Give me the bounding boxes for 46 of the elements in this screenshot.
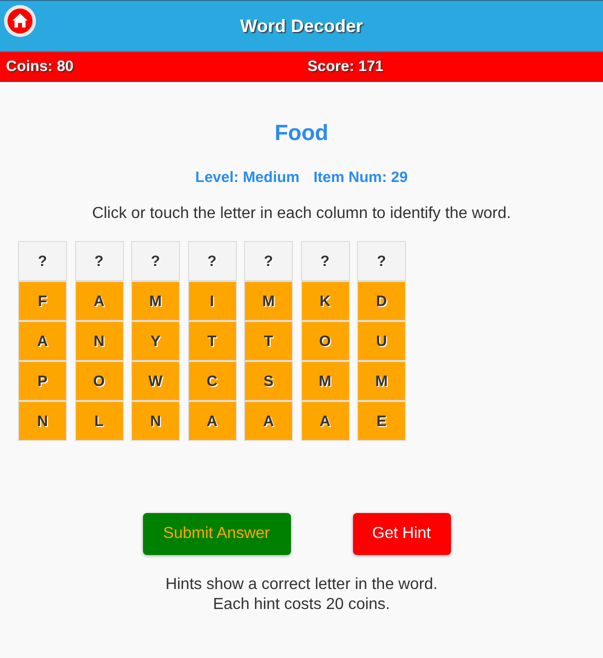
instructions-text: Click or touch the letter in each column to identify the word.	[92, 204, 511, 223]
level-label: Level: Medium	[195, 169, 300, 187]
letter-tile[interactable]: O	[74, 361, 124, 401]
hint-note-text: Each hint costs 20 coins.	[212, 595, 391, 615]
answer-slot: ?	[188, 241, 236, 281]
category-title: Food	[274, 120, 328, 146]
letter-tile[interactable]: A	[188, 401, 236, 441]
letter-tile[interactable]: D	[357, 281, 406, 321]
answer-slot: ?	[131, 241, 180, 281]
letter-tile[interactable]: N	[74, 321, 124, 361]
letter-tile[interactable]: T	[244, 321, 293, 361]
letter-tile[interactable]: W	[131, 361, 180, 401]
letter-tile[interactable]: T	[188, 321, 236, 361]
letter-tile[interactable]: N	[18, 401, 67, 441]
letter-tile[interactable]: P	[18, 361, 67, 401]
letter-tile[interactable]: F	[18, 281, 67, 321]
home-icon[interactable]	[4, 5, 36, 37]
letter-tile[interactable]: C	[188, 361, 236, 401]
get-hint-button[interactable]: Get Hint	[352, 513, 450, 555]
letter-tile[interactable]: S	[244, 361, 293, 401]
letter-tile[interactable]: M	[131, 281, 180, 321]
letter-tile[interactable]: A	[300, 401, 350, 441]
answer-slot: ?	[74, 241, 124, 281]
score-count: Score: 171	[308, 58, 384, 75]
coins-count: Coins: 80	[6, 58, 74, 75]
letter-tile[interactable]: L	[74, 401, 124, 441]
letter-tile[interactable]: A	[244, 401, 293, 441]
letter-tile[interactable]: N	[131, 401, 180, 441]
answer-slot: ?	[18, 241, 67, 281]
letter-tile[interactable]: A	[18, 321, 67, 361]
letter-tile[interactable]: A	[74, 281, 124, 321]
answer-slot: ?	[357, 241, 406, 281]
letter-tile[interactable]: O	[300, 321, 350, 361]
answer-slot: ?	[300, 241, 350, 281]
answer-slot: ?	[244, 241, 293, 281]
letter-tile[interactable]: M	[244, 281, 293, 321]
letter-tile[interactable]: M	[300, 361, 350, 401]
letter-tile[interactable]: Y	[131, 321, 180, 361]
letter-tile[interactable]: U	[357, 321, 406, 361]
letter-tile[interactable]: K	[300, 281, 350, 321]
app-title: Word Decoder	[240, 16, 363, 36]
letter-tile[interactable]: M	[357, 361, 406, 401]
item-number: Item Num: 29	[313, 169, 408, 187]
hint-note-text: Hints show a correct letter in the word.	[165, 575, 438, 595]
letter-tile[interactable]: I	[188, 281, 236, 321]
letter-tile[interactable]: E	[357, 401, 406, 441]
